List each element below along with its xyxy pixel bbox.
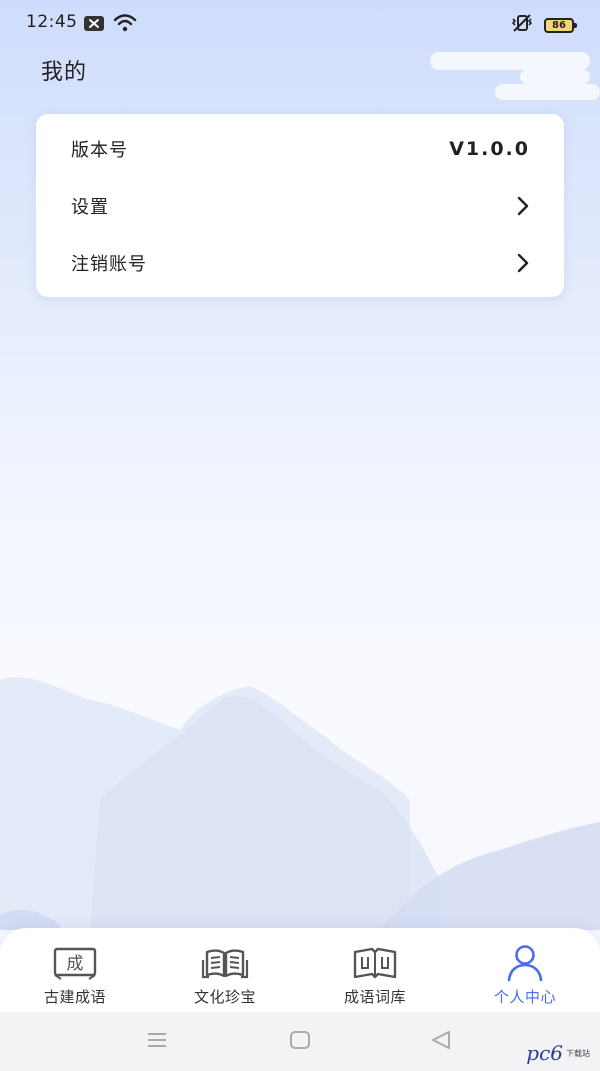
nav-label-idioms: 古建成语 bbox=[43, 988, 106, 1006]
menu-icon[interactable] bbox=[146, 1030, 168, 1054]
bottom-nav: 成 古建成语 文化珍宝 成语词库 个人中心 bbox=[0, 928, 600, 1012]
watermark-logo: pc6 下载站 bbox=[526, 1041, 592, 1065]
nav-item-dictionary[interactable]: 成语词库 bbox=[300, 928, 450, 1012]
version-label: 版本号 bbox=[71, 139, 128, 161]
status-time: 12:45 bbox=[26, 12, 78, 32]
nav-label-dictionary: 成语词库 bbox=[343, 988, 406, 1006]
watermark-sub: 下载站 bbox=[566, 1048, 590, 1058]
page-title: 我的 bbox=[41, 60, 88, 85]
chevron-right-icon bbox=[516, 252, 530, 274]
version-row: 版本号 V1.0.0 bbox=[36, 120, 564, 177]
status-left-icons bbox=[84, 14, 137, 36]
nav-item-profile[interactable]: 个人中心 bbox=[450, 928, 600, 1012]
settings-card: 版本号 V1.0.0 设置 注销账号 bbox=[36, 114, 564, 297]
nav-label-treasures: 文化珍宝 bbox=[193, 988, 256, 1006]
status-right-icons: 86 bbox=[510, 13, 577, 37]
nav-label-profile: 个人中心 bbox=[493, 988, 556, 1006]
nav-item-idioms[interactable]: 成 古建成语 bbox=[0, 928, 150, 1012]
settings-row[interactable]: 设置 bbox=[36, 177, 564, 234]
settings-label: 设置 bbox=[71, 196, 109, 218]
watermark-text: pc6 bbox=[526, 1041, 563, 1065]
battery-icon: 86 bbox=[544, 17, 577, 33]
wifi-icon bbox=[113, 14, 137, 36]
nav-item-treasures[interactable]: 文化珍宝 bbox=[150, 928, 300, 1012]
open-book-icon bbox=[201, 944, 249, 982]
system-nav-bar: pc6 下载站 bbox=[0, 1012, 600, 1071]
home-icon[interactable] bbox=[289, 1030, 311, 1054]
delete-account-label: 注销账号 bbox=[71, 253, 147, 275]
idiom-frame-icon: 成 bbox=[53, 944, 97, 982]
version-value: V1.0.0 bbox=[449, 137, 530, 160]
status-bar: 12:45 86 bbox=[0, 0, 600, 46]
user-icon bbox=[505, 944, 545, 982]
close-notification-icon bbox=[84, 15, 104, 35]
delete-account-row[interactable]: 注销账号 bbox=[36, 234, 564, 291]
back-icon[interactable] bbox=[430, 1030, 452, 1054]
idiom-frame-char: 成 bbox=[67, 954, 84, 974]
chevron-right-icon bbox=[516, 195, 530, 217]
vibrate-mute-icon bbox=[510, 13, 534, 37]
battery-level: 86 bbox=[552, 19, 566, 31]
idiom-book-icon bbox=[352, 944, 398, 982]
